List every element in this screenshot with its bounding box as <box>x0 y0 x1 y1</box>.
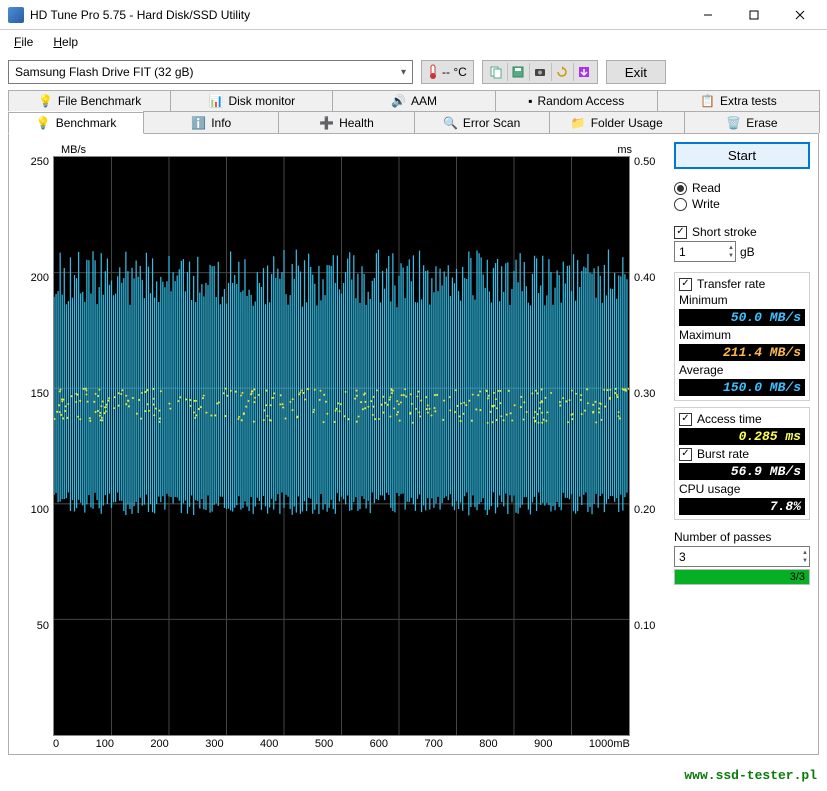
trash-icon: 🗑️ <box>726 116 741 130</box>
tab-extra-tests[interactable]: 📋Extra tests <box>657 90 820 111</box>
checkbox-on-icon <box>674 226 687 239</box>
spinner-up-icon[interactable]: ▲ <box>728 244 734 252</box>
titlebar: HD Tune Pro 5.75 - Hard Disk/SSD Utility <box>0 0 827 30</box>
transfer-rate-group: Transfer rate Minimum 50.0 MB/s Maximum … <box>674 272 810 401</box>
access-time-checkbox[interactable]: Access time <box>679 412 805 426</box>
short-stroke-spinner[interactable]: 1▲▼ <box>674 241 736 262</box>
copy-icon[interactable] <box>485 63 507 81</box>
access-time-value: 0.285 ms <box>679 428 805 445</box>
file-benchmark-icon: 💡 <box>38 94 53 108</box>
disk-monitor-icon: 📊 <box>208 94 223 108</box>
random-icon: ▪ <box>528 94 532 108</box>
exit-button[interactable]: Exit <box>606 60 666 84</box>
checkbox-on-icon <box>679 278 692 291</box>
tab-error-scan[interactable]: 🔍Error Scan <box>414 111 550 133</box>
window-controls <box>685 0 823 30</box>
window-title: HD Tune Pro 5.75 - Hard Disk/SSD Utility <box>30 8 685 22</box>
chart-area: 250 200 150 100 50 <box>17 156 666 736</box>
health-icon: ➕ <box>319 116 334 130</box>
tab-content: MB/s ms 250 200 150 100 50 <box>8 133 819 755</box>
save-icon[interactable] <box>507 63 529 81</box>
tab-area: 💡File Benchmark 📊Disk monitor 🔊AAM ▪Rand… <box>8 90 819 755</box>
checkbox-on-icon <box>679 448 692 461</box>
maximize-button[interactable] <box>731 0 777 30</box>
y-right-label: ms <box>617 144 632 156</box>
minimize-button[interactable] <box>685 0 731 30</box>
temperature-value: -- °C <box>442 65 467 79</box>
passes-progress: 3/3 <box>674 569 810 585</box>
x-axis: 0 100 200 300 400 500 600 700 800 900 10… <box>17 736 666 750</box>
chart-column: MB/s ms 250 200 150 100 50 <box>17 142 666 746</box>
write-radio[interactable]: Write <box>674 197 810 211</box>
transfer-rate-checkbox[interactable]: Transfer rate <box>679 277 805 291</box>
drive-selector[interactable]: Samsung Flash Drive FIT (32 gB) ▾ <box>8 60 413 84</box>
download-icon[interactable] <box>573 63 595 81</box>
max-value: 211.4 MB/s <box>679 344 805 361</box>
benchmark-sidebar: Start Read Write Short stroke 1▲▼ gB Tra… <box>674 142 810 746</box>
read-radio[interactable]: Read <box>674 181 810 195</box>
short-stroke-input-row: 1▲▼ gB <box>674 241 810 262</box>
max-label: Maximum <box>679 328 805 342</box>
benchmark-icon: 💡 <box>36 116 51 130</box>
menubar: File Help <box>0 30 827 54</box>
chart-plot <box>53 156 630 736</box>
radio-off-icon <box>674 198 687 211</box>
spinner-up-icon[interactable]: ▲ <box>802 549 808 557</box>
tab-random-access[interactable]: ▪Random Access <box>495 90 658 111</box>
y-right-axis: 0.50 0.40 0.30 0.20 0.10 <box>630 156 666 736</box>
avg-label: Average <box>679 363 805 377</box>
tab-row-top: 💡File Benchmark 📊Disk monitor 🔊AAM ▪Rand… <box>8 90 819 111</box>
app-icon <box>8 7 24 23</box>
spinner-down-icon[interactable]: ▼ <box>802 557 808 565</box>
close-button[interactable] <box>777 0 823 30</box>
tab-health[interactable]: ➕Health <box>278 111 414 133</box>
y-left-axis: 250 200 150 100 50 <box>17 156 53 736</box>
menu-help[interactable]: Help <box>47 32 84 52</box>
tab-aam[interactable]: 🔊AAM <box>332 90 495 111</box>
drive-selector-value: Samsung Flash Drive FIT (32 gB) <box>15 65 194 79</box>
short-stroke-unit: gB <box>740 245 755 259</box>
speaker-icon: 🔊 <box>391 94 406 108</box>
y-left-label: MB/s <box>61 144 86 156</box>
thermometer-icon <box>428 64 438 80</box>
chevron-down-icon: ▾ <box>401 67 406 78</box>
min-value: 50.0 MB/s <box>679 309 805 326</box>
toolbar-icon-group <box>482 60 598 84</box>
tab-benchmark[interactable]: 💡Benchmark <box>8 112 144 134</box>
tab-file-benchmark[interactable]: 💡File Benchmark <box>8 90 171 111</box>
toolbar: Samsung Flash Drive FIT (32 gB) ▾ -- °C … <box>8 60 819 84</box>
passes-label: Number of passes <box>674 530 810 544</box>
tab-row-bottom: 💡Benchmark ℹ️Info ➕Health 🔍Error Scan 📁F… <box>8 111 819 133</box>
burst-rate-value: 56.9 MB/s <box>679 463 805 480</box>
tab-erase[interactable]: 🗑️Erase <box>684 111 820 133</box>
start-button[interactable]: Start <box>674 142 810 169</box>
cpu-label: CPU usage <box>679 482 805 496</box>
avg-value: 150.0 MB/s <box>679 379 805 396</box>
magnifier-icon: 🔍 <box>443 116 458 130</box>
mode-radio-group: Read Write <box>674 177 810 215</box>
cpu-value: 7.8% <box>679 498 805 515</box>
burst-rate-checkbox[interactable]: Burst rate <box>679 447 805 461</box>
folder-icon: 📁 <box>571 116 586 130</box>
temperature-widget: -- °C <box>421 60 474 84</box>
info-icon: ℹ️ <box>191 116 206 130</box>
short-stroke-checkbox[interactable]: Short stroke <box>674 225 810 239</box>
short-stroke-group: Short stroke 1▲▼ gB <box>674 221 810 266</box>
tab-folder-usage[interactable]: 📁Folder Usage <box>549 111 685 133</box>
menu-file[interactable]: File <box>8 32 39 52</box>
tab-disk-monitor[interactable]: 📊Disk monitor <box>170 90 333 111</box>
watermark: www.ssd-tester.pl <box>684 768 817 783</box>
tab-info[interactable]: ℹ️Info <box>143 111 279 133</box>
spinner-down-icon[interactable]: ▼ <box>728 252 734 260</box>
screenshot-icon[interactable] <box>529 63 551 81</box>
progress-text: 3/3 <box>790 571 805 583</box>
extra-tests-icon: 📋 <box>700 94 715 108</box>
min-label: Minimum <box>679 293 805 307</box>
passes-spinner[interactable]: 3▲▼ <box>674 546 810 567</box>
passes-group: Number of passes 3▲▼ 3/3 <box>674 526 810 589</box>
radio-on-icon <box>674 182 687 195</box>
refresh-icon[interactable] <box>551 63 573 81</box>
checkbox-on-icon <box>679 413 692 426</box>
access-burst-group: Access time 0.285 ms Burst rate 56.9 MB/… <box>674 407 810 520</box>
